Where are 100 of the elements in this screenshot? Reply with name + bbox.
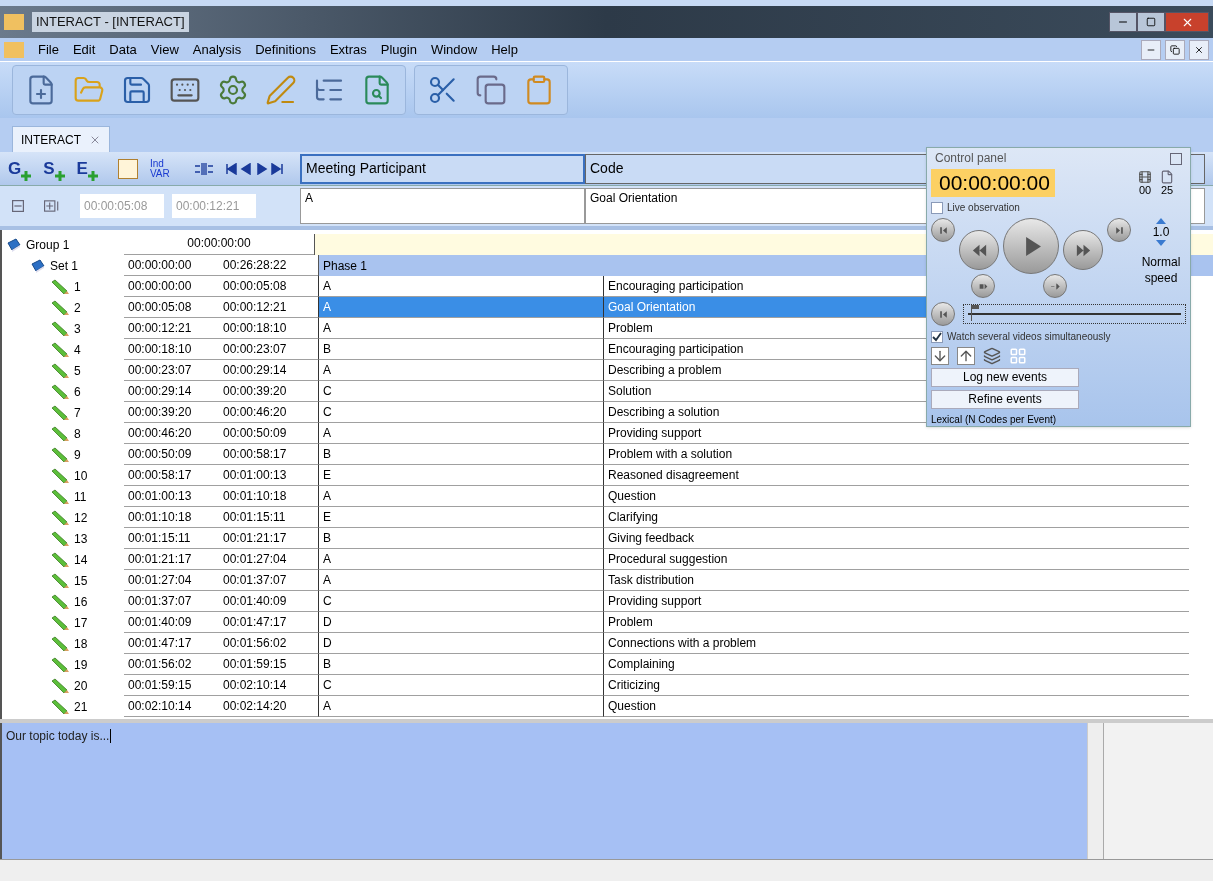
jump-button[interactable] (1043, 274, 1067, 299)
table-cell: 00:00:46:20 (124, 423, 219, 444)
table-cell: Problem (603, 612, 1189, 633)
navigation-icon[interactable] (225, 162, 286, 175)
speed-value: 1.0 (1152, 224, 1170, 240)
pencil-icon (50, 299, 70, 316)
ind-var-button[interactable]: Ind VAR (149, 158, 174, 179)
table-cell: 00:00:00:00 (124, 255, 219, 276)
tree-label: 21 (74, 698, 88, 716)
speed-down-icon[interactable] (1156, 240, 1166, 246)
pencil-icon (50, 467, 70, 484)
table-cell: Giving feedback (603, 528, 1189, 549)
table-cell: 00:01:56:02 (124, 654, 219, 675)
table-cell: 00:01:21:17 (124, 549, 219, 570)
table-cell: D (318, 612, 603, 633)
table-cell: 00:01:27:04 (124, 570, 219, 591)
table-cell: 00:01:10:18 (219, 486, 318, 507)
checkbox[interactable] (931, 201, 943, 214)
table-cell: 00:00:50:09 (124, 444, 219, 465)
next-event-button[interactable] (1107, 218, 1131, 242)
table-cell: Task distribution (603, 570, 1189, 591)
table-cell: C (318, 402, 603, 423)
restore-icon (1170, 44, 1180, 55)
table-cell: E (318, 465, 603, 486)
table-cell: B (318, 339, 603, 360)
minimize-button[interactable] (1109, 12, 1137, 32)
table-cell: Reasoned disagreement (603, 465, 1189, 486)
fast-forward-button[interactable] (1063, 230, 1103, 270)
menu-item[interactable]: Window (430, 39, 478, 60)
close-button[interactable] (1189, 39, 1209, 60)
add-level-button[interactable]: G (8, 155, 22, 182)
tree-label: 11 (74, 488, 87, 506)
tree-label: 17 (74, 614, 88, 632)
tree-label: 10 (74, 467, 88, 485)
menu-item[interactable]: File (38, 39, 59, 60)
close-button[interactable] (1165, 12, 1209, 32)
column-header[interactable]: Meeting Participant (300, 153, 585, 184)
layers-icon[interactable] (983, 347, 1001, 366)
position-slider[interactable] (963, 304, 1186, 325)
table-cell: 00:01:10:18 (124, 507, 219, 528)
menu-item[interactable]: Edit (72, 39, 96, 60)
speed-up-icon[interactable] (1156, 218, 1166, 224)
tree-label: 1 (74, 278, 81, 296)
tree-label: 8 (74, 425, 81, 443)
menu-item[interactable]: Help (491, 39, 518, 60)
expand-icon[interactable] (44, 200, 60, 212)
table-cell: 00:00:12:21 (124, 318, 219, 339)
table-cell: 00:00:29:14 (219, 360, 318, 381)
document-icon[interactable] (1160, 169, 1174, 184)
table-cell: 00:00:58:17 (124, 465, 219, 486)
book-icon (6, 236, 22, 253)
table-cell: 00:01:15:11 (124, 528, 219, 549)
table-cell: Complaining (603, 654, 1189, 675)
restore-button[interactable] (1165, 39, 1185, 60)
participant-field[interactable]: A (300, 188, 585, 224)
table-cell: 00:01:37:07 (124, 591, 219, 612)
tree-label: 7 (74, 404, 81, 422)
menu-item[interactable]: Definitions (255, 39, 316, 60)
pencil-icon (50, 509, 70, 526)
pencil-icon (50, 656, 70, 673)
back-to-start-button[interactable] (931, 302, 955, 327)
table-cell: B (318, 528, 603, 549)
table-cell: 00:00:18:10 (219, 318, 318, 339)
add-level-button[interactable]: S (43, 155, 55, 182)
book-icon (30, 257, 46, 274)
previous-event-button[interactable] (931, 218, 955, 242)
back-to-start-icon (937, 308, 949, 320)
menu-item[interactable]: Analysis (192, 39, 242, 60)
restore-icon[interactable] (1170, 152, 1182, 165)
panel-button[interactable]: Log new events (931, 368, 1079, 388)
checkbox-label: Live observation (947, 201, 1020, 214)
tree-label[interactable]: Group 1 (26, 235, 70, 254)
menu-item[interactable]: Extras (329, 39, 367, 60)
window-title: INTERACT - [INTERACT] (32, 12, 189, 32)
tree-label: 16 (74, 593, 88, 611)
table-cell: A (318, 423, 603, 444)
table-cell: 00:01:00:13 (124, 486, 219, 507)
table-cell: A (318, 549, 603, 570)
notes-field[interactable]: Our topic today is... (0, 723, 1087, 859)
table-cell: 00:01:00:13 (219, 465, 318, 486)
menu-item[interactable]: Data (109, 39, 137, 60)
columns-icon[interactable] (193, 160, 214, 177)
video-icon[interactable] (1138, 169, 1152, 184)
collapse-icon[interactable] (12, 200, 24, 212)
slider-thumb[interactable] (970, 305, 979, 322)
maximize-button[interactable] (1137, 12, 1165, 32)
pencil-icon (50, 425, 70, 442)
rewind-button[interactable] (959, 230, 999, 270)
tree-label[interactable]: Set 1 (50, 256, 79, 275)
menu-item[interactable]: Plugin (380, 39, 417, 60)
pencil-icon (50, 593, 70, 610)
checkbox[interactable] (931, 330, 943, 343)
document-tab[interactable]: INTERACT (12, 126, 110, 152)
add-level-button[interactable]: E (76, 155, 88, 182)
table-cell: 00:00:00:00 (124, 276, 219, 297)
table-cell: 00:01:47:17 (124, 633, 219, 654)
step-button[interactable] (971, 274, 995, 299)
menu-item[interactable]: View (150, 39, 179, 60)
play-button[interactable] (1003, 218, 1059, 274)
panel-button[interactable]: Refine events (931, 390, 1079, 409)
